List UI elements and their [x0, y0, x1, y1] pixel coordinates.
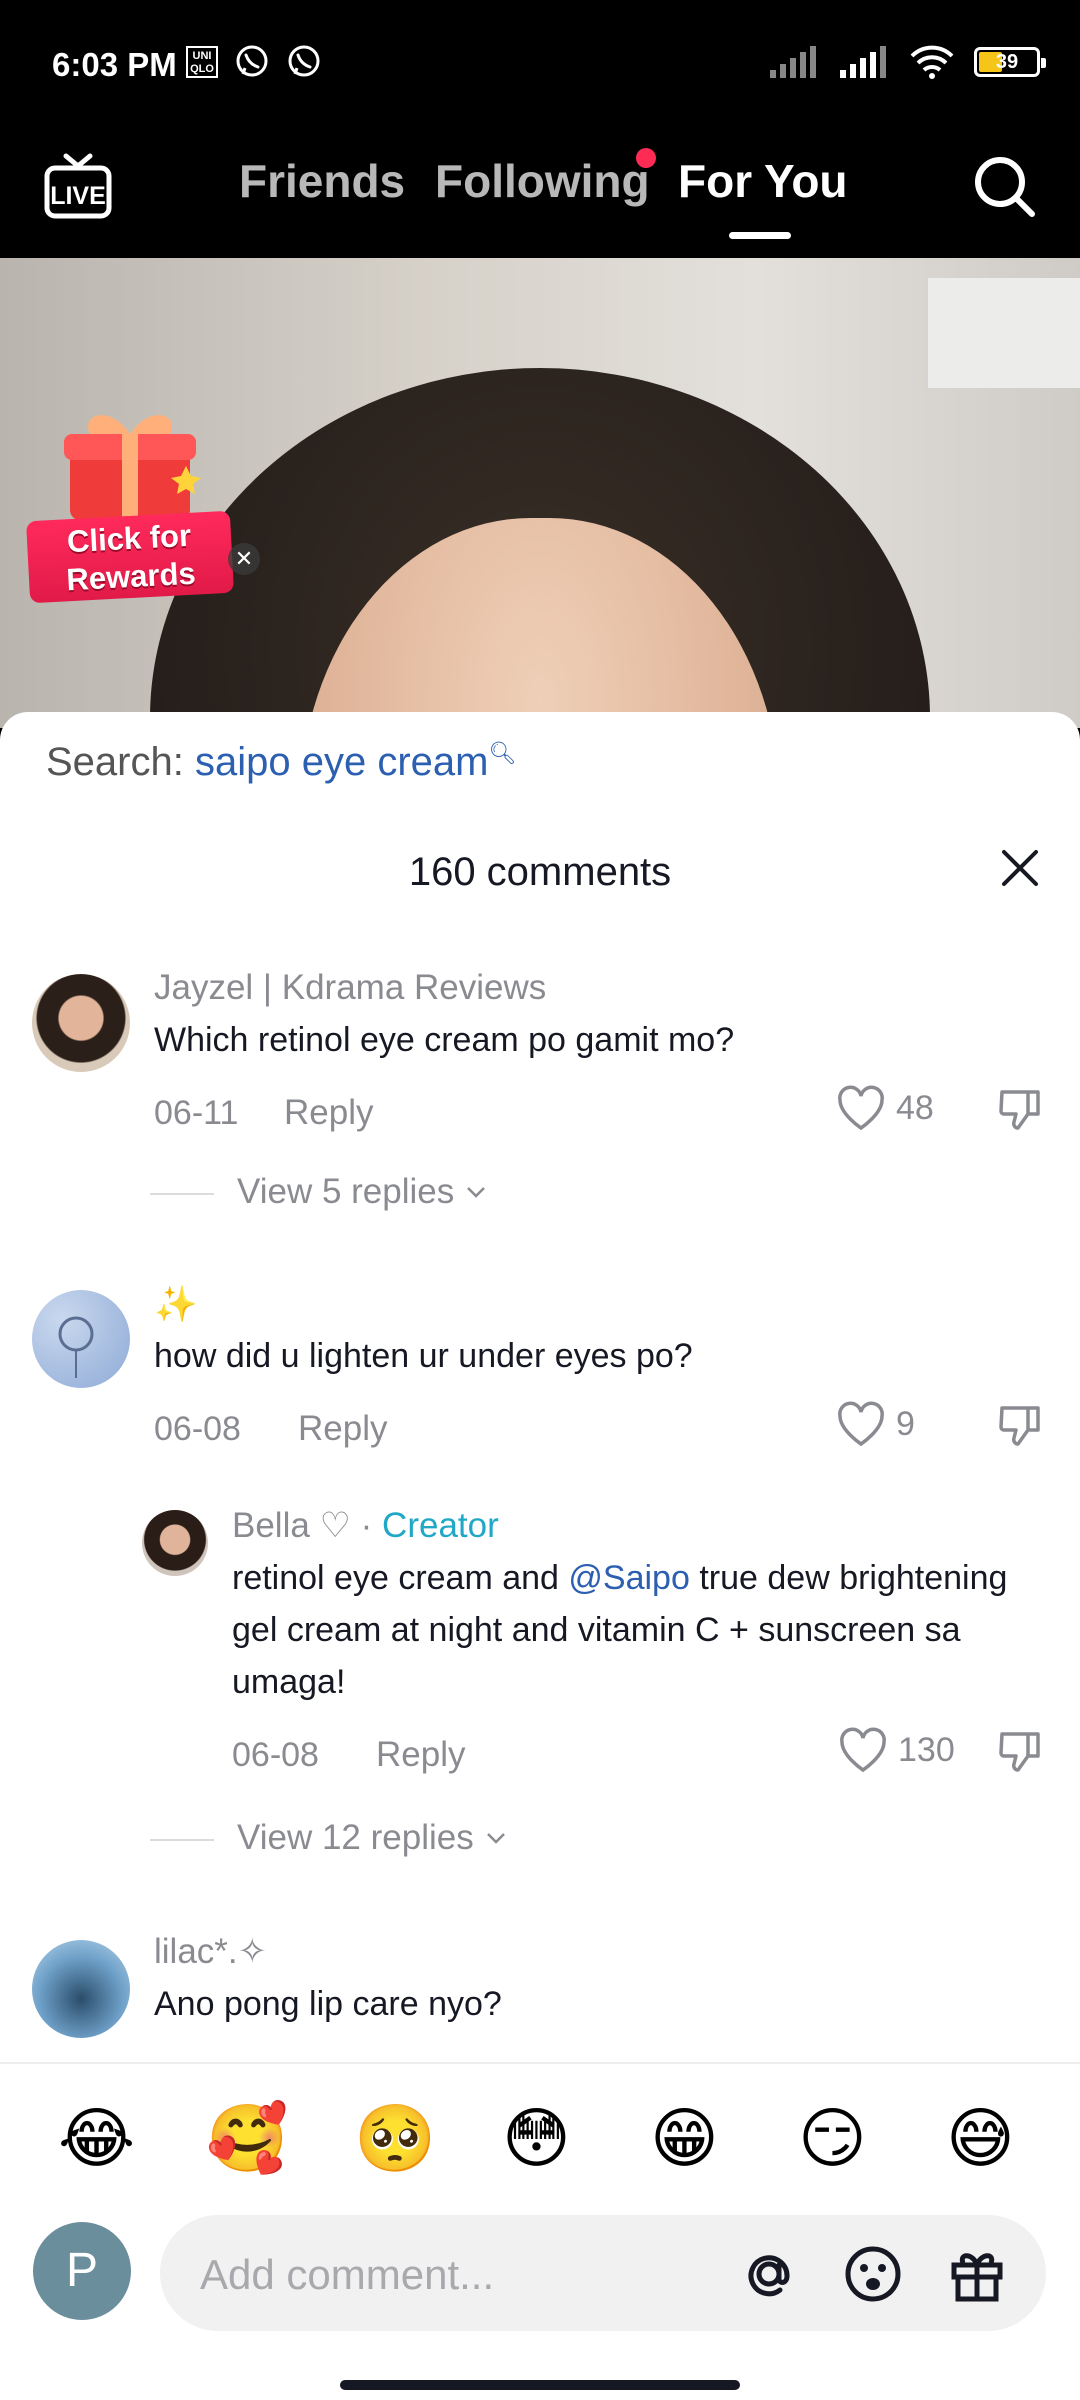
emoji-flushed-button[interactable]: 😳 — [502, 2098, 571, 2178]
background-aircon — [925, 278, 1080, 388]
avatar[interactable] — [142, 1510, 208, 1576]
like-button[interactable]: 130 — [838, 1726, 955, 1774]
comment-username[interactable]: lilac*.✧ — [154, 1932, 267, 1972]
status-system-icons: 39 — [768, 44, 1046, 80]
comment-text: how did u lighten ur under eyes po? — [154, 1337, 693, 1375]
chevron-down-icon — [486, 1833, 505, 1844]
tab-for-you[interactable]: For You — [678, 154, 848, 208]
like-count: 130 — [898, 1730, 955, 1769]
heart-icon — [838, 1401, 884, 1447]
status-bar: 6:03 PM UNI QLO 39 — [0, 0, 1080, 130]
avatar-balloon-icon — [58, 1316, 94, 1378]
uniqlo-icon: UNI QLO — [186, 46, 218, 78]
comment-username[interactable]: ✨ — [154, 1284, 198, 1325]
video-player[interactable]: Click for Rewards ✕ — [0, 258, 1080, 728]
status-time: 6:03 PM — [52, 46, 177, 83]
close-icon[interactable] — [994, 842, 1046, 894]
avatar[interactable] — [32, 1290, 130, 1388]
tab-friends[interactable]: Friends — [239, 154, 405, 208]
following-notification-dot — [636, 148, 656, 168]
comment-input[interactable]: Add comment... — [160, 2215, 1046, 2331]
comment-date: 06-08 — [154, 1410, 241, 1448]
comment-placeholder: Add comment... — [200, 2251, 495, 2298]
reply-text: retinol eye cream and @Saipo true dew br… — [232, 1559, 1008, 1701]
emoji-smirk-button[interactable]: 😏 — [798, 2098, 867, 2178]
rewards-badge[interactable]: Click for Rewards ✕ — [25, 398, 260, 604]
reply-button[interactable]: Reply — [284, 1093, 373, 1133]
wifi-icon — [910, 45, 954, 79]
comment-text: Ano pong lip care nyo? — [154, 1985, 502, 2023]
dislike-icon[interactable] — [996, 1726, 1048, 1778]
live-icon[interactable]: LIVE — [44, 150, 112, 220]
emoji-icon[interactable] — [842, 2243, 904, 2305]
comment-date: 06-08 — [232, 1736, 319, 1774]
avatar[interactable] — [32, 1940, 130, 2038]
emoji-sweat-smile-button[interactable]: 😅 — [946, 2098, 1015, 2178]
status-notification-icons: UNI QLO — [186, 44, 322, 80]
like-count: 48 — [896, 1088, 934, 1127]
reply-username[interactable]: Bella ♡ · Creator — [232, 1506, 499, 1546]
svg-text:LIVE: LIVE — [50, 182, 106, 210]
creator-badge: Creator — [382, 1506, 499, 1545]
dislike-icon[interactable] — [996, 1084, 1048, 1136]
dislike-icon[interactable] — [996, 1400, 1048, 1452]
home-indicator[interactable] — [340, 2380, 740, 2390]
battery-icon: 39 — [974, 47, 1046, 77]
view-replies-button[interactable]: View 5 replies — [237, 1172, 488, 1212]
avatar[interactable] — [32, 974, 130, 1072]
comment-date: 06-11 — [154, 1094, 239, 1132]
comment-text: Which retinol eye cream po gamit mo? — [154, 1021, 735, 1059]
comment-input-area: P Add comment... — [0, 2210, 1080, 2400]
gift-box-icon — [64, 415, 201, 520]
search-icon[interactable] — [970, 152, 1038, 220]
divider — [150, 1193, 214, 1195]
like-count: 9 — [896, 1404, 915, 1443]
emoji-joy-button[interactable]: 😂 — [58, 2098, 135, 2178]
comments-count-title: 160 comments — [408, 850, 672, 894]
mention-link[interactable]: @Saipo — [568, 1559, 689, 1597]
emoji-hearts-button[interactable]: 🥰 — [206, 2098, 288, 2178]
heart-icon — [840, 1727, 886, 1773]
view-replies-button[interactable]: View 12 replies — [237, 1818, 508, 1858]
active-tab-indicator — [729, 232, 791, 239]
gift-icon[interactable] — [946, 2243, 1008, 2305]
signal-icon — [840, 46, 886, 78]
mention-icon[interactable] — [738, 2243, 800, 2305]
emoji-grin-button[interactable]: 😁 — [650, 2098, 719, 2178]
rewards-label: Click for Rewards — [25, 510, 235, 604]
search-keyword[interactable]: saipo eye cream — [195, 740, 488, 784]
heart-icon — [838, 1085, 884, 1131]
search-small-icon: 🔍︎ — [488, 740, 517, 766]
emoji-quick-bar: 😂 🥰 🥺 😳 😁 😏 😅 — [0, 2062, 1080, 2210]
signal-icon — [770, 46, 816, 78]
reply-button[interactable]: Reply — [298, 1409, 387, 1449]
viber-icon — [236, 45, 268, 77]
divider — [150, 1839, 214, 1841]
rewards-close-button[interactable]: ✕ — [228, 543, 260, 575]
like-button[interactable]: 48 — [836, 1084, 934, 1132]
search-suggestion[interactable]: Search: saipo eye cream🔍︎ — [46, 740, 516, 785]
top-nav: LIVE Friends Following For You — [0, 130, 1080, 258]
tab-following[interactable]: Following — [435, 154, 650, 208]
emoji-pleading-button[interactable]: 🥺 — [354, 2098, 436, 2178]
avatar[interactable]: P — [33, 2222, 131, 2320]
chevron-down-icon — [467, 1187, 486, 1198]
viber-icon — [288, 45, 320, 77]
reply-button[interactable]: Reply — [376, 1735, 465, 1775]
comment-username[interactable]: Jayzel | Kdrama Reviews — [154, 968, 546, 1008]
like-button[interactable]: 9 — [836, 1400, 915, 1448]
